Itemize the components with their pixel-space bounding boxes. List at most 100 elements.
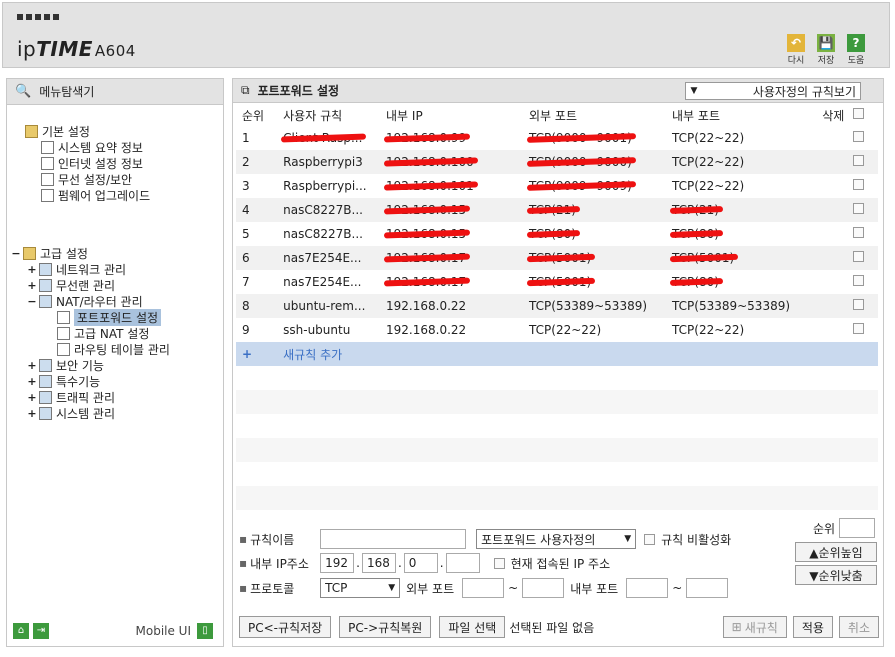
cell-internal-ip: 192.168.0.101	[380, 174, 524, 198]
sidebar-footer: ⌂ ⇥ Mobile UI ▯	[7, 616, 223, 646]
select-all-checkbox[interactable]	[853, 108, 865, 119]
row-delete-checkbox[interactable]	[853, 275, 865, 286]
rule-view-select[interactable]: ▼ 사용자정의 규칙보기	[685, 82, 861, 100]
logout-icon[interactable]: ⇥	[33, 623, 49, 639]
table-row[interactable]: 4 nasC8227B... 192.168.0.15 TCP(21) TCP(21)	[236, 198, 878, 222]
cell-user-rule: nasC8227B...	[277, 222, 381, 246]
sidebar-item-nat-0[interactable]: 포트포워드 설정	[57, 309, 162, 326]
sidebar-item-advanced-4[interactable]: + 특수기능	[27, 373, 100, 390]
page-icon	[41, 189, 54, 202]
rule-type-select[interactable]: 포트포워드 사용자정의 ▼	[476, 529, 637, 549]
sidebar-item-advanced-settings[interactable]: − 고급 설정	[11, 245, 88, 262]
sidebar-item-advanced-2[interactable]: − NAT/라우터 관리	[27, 293, 143, 310]
restore-rules-from-pc-button[interactable]: PC->규칙복원	[339, 616, 432, 638]
empty-row	[236, 462, 878, 486]
priority-input[interactable]	[839, 518, 876, 538]
ip-octet-3[interactable]: 0	[403, 553, 438, 573]
table-row[interactable]: 6 nas7E254E... 192.168.0.17 TCP(5001) TCP(50…	[236, 246, 878, 270]
ip-octet-4[interactable]	[445, 553, 480, 573]
help-icon: ?	[847, 34, 865, 52]
undo-button[interactable]: ↶ 다시	[785, 34, 807, 66]
menu-icon	[39, 407, 52, 420]
ip-octet-1[interactable]: 192	[320, 553, 355, 573]
panel-header: ⧉ 포트포워드 설정 ▼ 사용자정의 규칙보기	[233, 79, 883, 103]
save-button[interactable]: 💾 저장	[815, 34, 837, 66]
cell-rank: 6	[236, 246, 278, 270]
cell-rank: 4	[236, 198, 278, 222]
sidebar-item-nat-1[interactable]: 고급 NAT 설정	[57, 325, 149, 342]
table-row[interactable]: 8 ubuntu-rem... 192.168.0.22 TCP(53389~5338…	[236, 294, 878, 318]
table-row[interactable]: 2 Raspberrypi3 192.168.0.100 TCP(9000~9000)…	[236, 150, 878, 174]
menu-explorer-header: 🔍 메뉴탐색기	[7, 79, 223, 105]
row-delete-checkbox[interactable]	[853, 299, 865, 310]
cell-internal-ip: 192.168.0.22	[380, 318, 524, 342]
sidebar-item-basic-3[interactable]: 펌웨어 업그레이드	[41, 187, 150, 204]
folder-icon	[25, 125, 38, 138]
ext-port-start[interactable]	[462, 578, 505, 598]
current-ip-checkbox[interactable]	[493, 557, 505, 569]
row-delete-checkbox[interactable]	[853, 131, 865, 142]
save-rules-to-pc-button[interactable]: PC<-규칙저장	[239, 616, 332, 638]
sidebar-item-advanced-6[interactable]: + 시스템 관리	[27, 405, 115, 422]
sidebar-item-advanced-5[interactable]: + 트래픽 관리	[27, 389, 115, 406]
row-delete-checkbox[interactable]	[853, 227, 865, 238]
sidebar-item-advanced-1[interactable]: + 무선랜 관리	[27, 277, 115, 294]
col-internal-ip: 내부 IP	[380, 104, 524, 126]
row-delete-checkbox[interactable]	[853, 179, 865, 190]
col-select-all[interactable]	[847, 104, 878, 126]
col-rank: 순위	[236, 104, 278, 126]
cell-external-port: TCP(22~22)	[523, 318, 667, 342]
sidebar-item-advanced-0[interactable]: + 네트워크 관리	[27, 261, 126, 278]
row-delete-checkbox[interactable]	[853, 155, 865, 166]
row-delete-checkbox[interactable]	[853, 323, 865, 334]
int-port-start[interactable]	[626, 578, 669, 598]
sidebar-item-basic-2[interactable]: 무선 설정/보안	[41, 171, 132, 188]
choose-file-button[interactable]: 파일 선택	[439, 616, 506, 638]
sidebar-item-nat-2[interactable]: 라우팅 테이블 관리	[57, 341, 170, 358]
home-icon[interactable]: ⌂	[13, 623, 29, 639]
sidebar-item-basic-settings[interactable]: 기본 설정	[25, 123, 90, 140]
cell-internal-port: TCP(22~22)	[666, 126, 817, 150]
undo-icon: ↶	[787, 34, 805, 52]
no-file-text: 선택된 파일 없음	[509, 620, 595, 635]
col-external-port: 외부 포트	[523, 104, 667, 126]
apply-button[interactable]: 적용	[792, 616, 833, 638]
raise-priority-button[interactable]: ▲순위높임	[795, 542, 877, 562]
protocol-select[interactable]: TCP ▼	[320, 578, 401, 598]
lower-priority-button[interactable]: ▼순위낮춤	[795, 565, 877, 585]
table-row[interactable]: 3 Raspberrypi... 192.168.0.101 TCP(9009~900…	[236, 174, 878, 198]
page-icon	[57, 327, 70, 340]
row-delete-checkbox[interactable]	[853, 251, 865, 262]
ip-octet-2[interactable]: 168	[361, 553, 396, 573]
cell-internal-ip: 192.168.0.15	[380, 222, 524, 246]
internal-ip-row: ▪ 내부 IP주소 192. 168. 0. 현재 접속된 IP 주소	[239, 553, 610, 573]
cell-internal-ip: 192.168.0.99	[380, 126, 524, 150]
help-button[interactable]: ? 도움	[845, 34, 867, 66]
row-delete-checkbox[interactable]	[853, 203, 865, 214]
cell-internal-ip: 192.168.0.22	[380, 294, 524, 318]
add-rule-label[interactable]: 새규칙 추가	[277, 342, 878, 366]
sidebar-item-basic-1[interactable]: 인터넷 설정 정보	[41, 155, 143, 172]
page-icon	[41, 157, 54, 170]
cell-user-rule: nas7E254E...	[277, 246, 381, 270]
col-delete: 삭제	[816, 104, 848, 126]
table-row[interactable]: 5 nasC8227B... 192.168.0.15 TCP(80) TCP(80)	[236, 222, 878, 246]
cell-rank: 3	[236, 174, 278, 198]
table-row[interactable]: 1 Client Rasp... 192.168.0.99 TCP(9000~9001…	[236, 126, 878, 150]
sidebar-item-basic-0[interactable]: 시스템 요약 정보	[41, 139, 143, 156]
new-rule-button[interactable]: ⊞ 새규칙	[722, 616, 787, 638]
mobile-ui-link[interactable]: Mobile UI ▯	[136, 623, 218, 639]
sidebar-item-advanced-3[interactable]: + 보안 기능	[27, 357, 104, 374]
cell-rank: 8	[236, 294, 278, 318]
table-row[interactable]: 9 ssh-ubuntu 192.168.0.22 TCP(22~22) TCP(22~…	[236, 318, 878, 342]
table-row[interactable]: 7 nas7E254E... 192.168.0.17 TCP(5001) TCP(80…	[236, 270, 878, 294]
cell-external-port: TCP(5001)	[523, 270, 667, 294]
cancel-button[interactable]: 취소	[838, 616, 879, 638]
disable-rule-checkbox[interactable]	[644, 533, 656, 545]
int-port-end[interactable]	[686, 578, 729, 598]
save-icon: 💾	[817, 34, 835, 52]
rule-name-label: 규칙이름	[250, 532, 295, 547]
add-rule-row[interactable]: + 새규칙 추가	[236, 342, 878, 366]
rule-name-input[interactable]	[320, 529, 467, 549]
ext-port-end[interactable]	[522, 578, 565, 598]
